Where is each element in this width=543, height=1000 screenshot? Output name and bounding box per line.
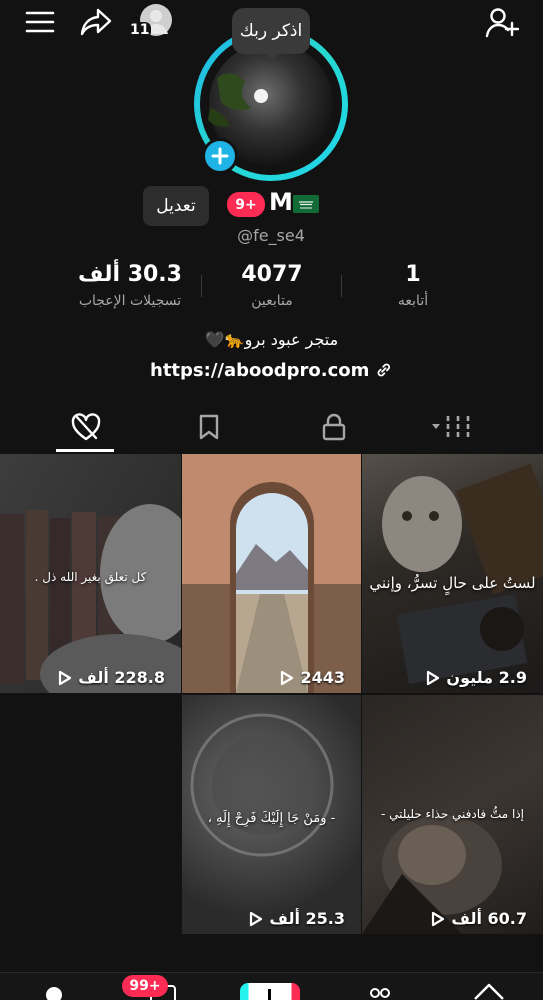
view-count: 2.9 مليون bbox=[426, 668, 527, 687]
tab-liked[interactable] bbox=[36, 404, 136, 450]
video-caption: لستُ على حالٍ تسرُّ، وإنني bbox=[369, 574, 536, 592]
play-icon bbox=[432, 911, 445, 926]
stats-divider bbox=[201, 275, 202, 297]
followers-value: 4077 bbox=[241, 262, 303, 287]
profile-link[interactable]: https://aboodpro.com bbox=[150, 356, 393, 384]
tab-private[interactable] bbox=[284, 404, 384, 450]
add-friend-icon[interactable] bbox=[480, 0, 524, 44]
tab-videos[interactable] bbox=[402, 404, 502, 450]
saudi-flag-icon: 🇸🇦 bbox=[293, 195, 319, 213]
view-count: 60.7 ألف bbox=[431, 909, 527, 928]
view-count: 228.8 ألف bbox=[58, 668, 165, 687]
inbox-badge: 99+ bbox=[122, 975, 168, 997]
profile-nav-icon[interactable] bbox=[46, 987, 62, 1000]
story-bubble-tail bbox=[264, 52, 280, 60]
add-story-button[interactable] bbox=[202, 138, 238, 174]
play-icon bbox=[250, 911, 263, 926]
video-thumbnail[interactable]: كل تعلق بغير الله ذل . 228.8 ألف bbox=[0, 454, 181, 693]
likes-value: 30.3 ألف bbox=[78, 262, 182, 287]
share-icon[interactable] bbox=[74, 0, 118, 44]
profile-link-text: https://aboodpro.com bbox=[150, 359, 370, 381]
account-switch[interactable]: 11 bbox=[128, 4, 172, 42]
video-caption: كل تعلق بغير الله ذل . bbox=[34, 570, 147, 584]
followers-label: متابعين bbox=[251, 293, 293, 309]
video-caption: إذا متُّ فادفني حذاء حليلتي - bbox=[380, 807, 525, 821]
link-icon bbox=[377, 363, 391, 377]
active-tab-indicator bbox=[56, 449, 114, 452]
lock-icon bbox=[322, 413, 346, 441]
story-bubble[interactable]: اذكر ربك bbox=[232, 8, 310, 54]
following-label: أتابعه bbox=[397, 293, 429, 309]
view-count: 2443 bbox=[280, 668, 345, 687]
play-icon bbox=[427, 670, 440, 685]
video-thumbnail[interactable]: - ومَنْ جَا إِلَيْكَ فَرِحْ إِلَهِ ، 25.… bbox=[182, 695, 361, 934]
video-caption: - ومَنْ جَا إِلَيْكَ فَرِحْ إِلَهِ ، bbox=[207, 811, 336, 826]
following-stat[interactable]: 1 أتابعه bbox=[380, 262, 446, 309]
create-button[interactable] bbox=[240, 983, 300, 1000]
bio-text: متجر عبود برو🐆🖤 bbox=[204, 330, 339, 349]
notification-count: 11 bbox=[128, 22, 152, 38]
likes-label: تسجيلات الإعجاب bbox=[78, 293, 182, 309]
display-name: M bbox=[269, 188, 293, 216]
video-thumbnail[interactable]: لستُ على حالٍ تسرُّ، وإنني 2.9 مليون bbox=[362, 454, 543, 693]
bookmark-icon bbox=[199, 414, 219, 440]
profile-badge: 9+ bbox=[227, 192, 265, 217]
video-thumbnail[interactable]: 2443 bbox=[182, 454, 361, 693]
play-icon bbox=[59, 670, 72, 685]
following-value: 1 bbox=[405, 262, 421, 287]
video-thumbnail[interactable]: إذا متُّ فادفني حذاء حليلتي - 60.7 ألف bbox=[362, 695, 543, 934]
stats-divider bbox=[341, 275, 342, 297]
edit-profile-button[interactable]: تعديل bbox=[143, 186, 209, 226]
username: @fe_se4 bbox=[237, 226, 305, 245]
view-count: 25.3 ألف bbox=[249, 909, 345, 928]
followers-stat[interactable]: 4077 متابعين bbox=[228, 262, 316, 309]
menu-icon[interactable] bbox=[18, 0, 62, 44]
likes-stat[interactable]: 30.3 ألف تسجيلات الإعجاب bbox=[64, 262, 196, 309]
play-icon bbox=[281, 670, 294, 685]
friends-nav-icon[interactable] bbox=[368, 987, 392, 1000]
home-nav-icon[interactable] bbox=[472, 981, 506, 1000]
grid-dropdown-icon bbox=[432, 416, 470, 438]
tab-saved[interactable] bbox=[159, 404, 259, 450]
bottom-nav: 99+ bbox=[0, 972, 543, 1000]
heart-hidden-icon bbox=[71, 413, 101, 441]
plus-icon bbox=[211, 147, 229, 165]
plus-icon bbox=[268, 989, 271, 1000]
